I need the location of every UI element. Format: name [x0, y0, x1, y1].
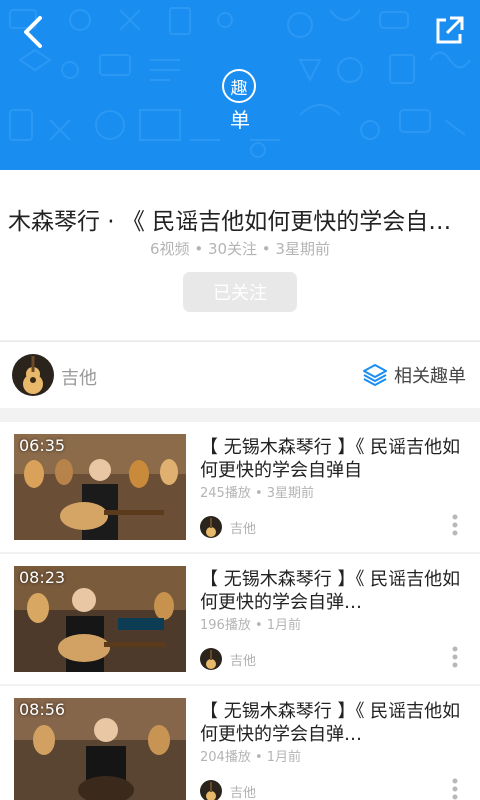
playlist-title: 木森琴行 · 《 民谣吉他如何更快的学会自…	[8, 209, 452, 235]
follow-button[interactable]: 已关注	[183, 272, 297, 312]
category-row: 吉他 相关趣单	[0, 341, 480, 408]
category-avatar[interactable]	[12, 354, 54, 396]
share-external-icon[interactable]	[432, 14, 466, 48]
more-options-icon[interactable]	[452, 514, 458, 536]
video-thumbnail[interactable]: 08:23	[14, 566, 186, 672]
back-arrow-icon[interactable]	[14, 12, 54, 52]
video-category: 吉他	[230, 654, 257, 669]
video-item[interactable]: 08:56 【 无锡木森琴行 】《 民谣吉他如何更快的学会自弹… 204播放 •…	[0, 686, 480, 800]
video-item[interactable]: 06:35 【 无锡木森琴行 】《 民谣吉他如何更快的学会自弹自 245播放 •…	[0, 422, 480, 552]
video-title[interactable]: 【 无锡木森琴行 】《 民谣吉他如何更快的学会自弹…	[200, 700, 468, 746]
playlist-badge-icon: 趣	[222, 69, 256, 103]
guitar-icon	[200, 780, 222, 800]
layers-icon	[363, 364, 387, 386]
more-options-icon[interactable]	[452, 646, 458, 668]
video-duration: 06:35	[19, 436, 66, 455]
video-category: 吉他	[230, 786, 257, 800]
related-playlists-label: 相关趣单	[394, 366, 466, 387]
guitar-icon	[200, 648, 222, 670]
guitar-icon	[12, 354, 54, 396]
playlist-badge-label: 单	[230, 108, 250, 132]
video-category-avatar	[200, 780, 222, 800]
playlist-info: 木森琴行 · 《 民谣吉他如何更快的学会自… 6视频 • 30关注 • 3星期前…	[0, 170, 480, 340]
video-category-avatar	[200, 516, 222, 538]
video-item[interactable]: 08:23 【 无锡木森琴行 】《 民谣吉他如何更快的学会自弹… 196播放 •…	[0, 554, 480, 684]
more-options-icon[interactable]	[452, 778, 458, 800]
video-title[interactable]: 【 无锡木森琴行 】《 民谣吉他如何更快的学会自弹…	[200, 568, 468, 614]
category-label[interactable]: 吉他	[61, 364, 97, 390]
guitar-icon	[200, 516, 222, 538]
video-list: 06:35 【 无锡木森琴行 】《 民谣吉他如何更快的学会自弹自 245播放 •…	[0, 422, 480, 800]
video-stats: 204播放 • 1月前	[200, 750, 302, 765]
video-stats: 245播放 • 3星期前	[200, 486, 315, 501]
video-category: 吉他	[230, 522, 257, 537]
video-thumbnail[interactable]: 08:56	[14, 698, 186, 800]
playlist-header: 趣 单	[0, 0, 480, 170]
playlist-meta: 6视频 • 30关注 • 3星期前	[150, 240, 330, 258]
video-title[interactable]: 【 无锡木森琴行 】《 民谣吉他如何更快的学会自弹自	[200, 436, 468, 482]
video-thumbnail[interactable]: 06:35	[14, 434, 186, 540]
video-category-avatar	[200, 648, 222, 670]
video-stats: 196播放 • 1月前	[200, 618, 302, 633]
video-duration: 08:56	[19, 700, 66, 719]
video-duration: 08:23	[19, 568, 66, 587]
related-playlists-button[interactable]: 相关趣单	[362, 362, 466, 388]
